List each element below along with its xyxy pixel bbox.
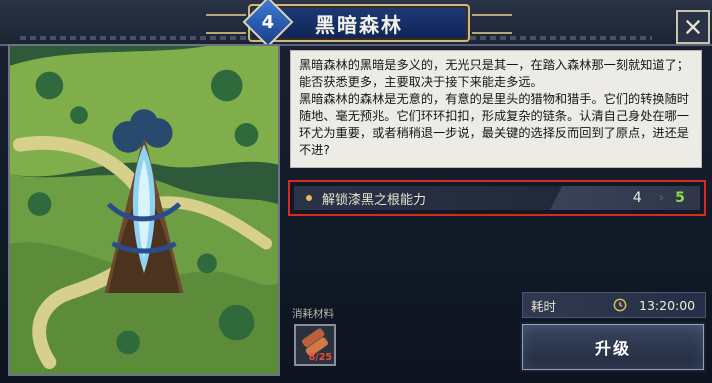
page-title: 黑暗森林 (315, 12, 403, 37)
ability-row[interactable]: 解锁漆黑之根能力 4 › 5 (288, 180, 706, 216)
ability-bar: 解锁漆黑之根能力 4 › 5 (294, 186, 700, 210)
time-row: 耗时 13:20:00 (522, 292, 706, 318)
bullet-icon (306, 195, 312, 201)
level-number: 4 (261, 11, 275, 33)
time-value: 13:20:00 (639, 297, 696, 313)
forest-map-image (8, 44, 280, 376)
material-slot[interactable]: 8/25 (294, 324, 336, 366)
current-level: 4 (632, 190, 642, 206)
time-label: 耗时 (531, 298, 557, 314)
close-icon (685, 19, 701, 35)
upgrade-label: 升级 (594, 339, 631, 358)
upgrade-button[interactable]: 升级 (522, 324, 704, 370)
materials-label: 消耗材料 (292, 308, 334, 320)
description-paragraph-2: 黑暗森林的森林是无意的，有意的是里头的猎物和猎手。它们的转换随时随地、毫无预兆。… (299, 92, 689, 157)
next-level: 5 (675, 190, 685, 206)
material-count: 8/25 (308, 352, 332, 363)
description-paragraph-1: 黑暗森林的黑暗是多义的，无光只是其一，在踏入森林那一刻就知道了；能否获悉更多，主… (299, 58, 689, 89)
chevron-right-icon: › (658, 190, 664, 206)
clock-icon (613, 298, 627, 312)
level-progression: 4 › 5 (550, 186, 700, 210)
description-box: 黑暗森林的黑暗是多义的，无光只是其一，在踏入森林那一刻就知道了；能否获悉更多，主… (290, 50, 702, 168)
close-button[interactable] (676, 10, 710, 44)
